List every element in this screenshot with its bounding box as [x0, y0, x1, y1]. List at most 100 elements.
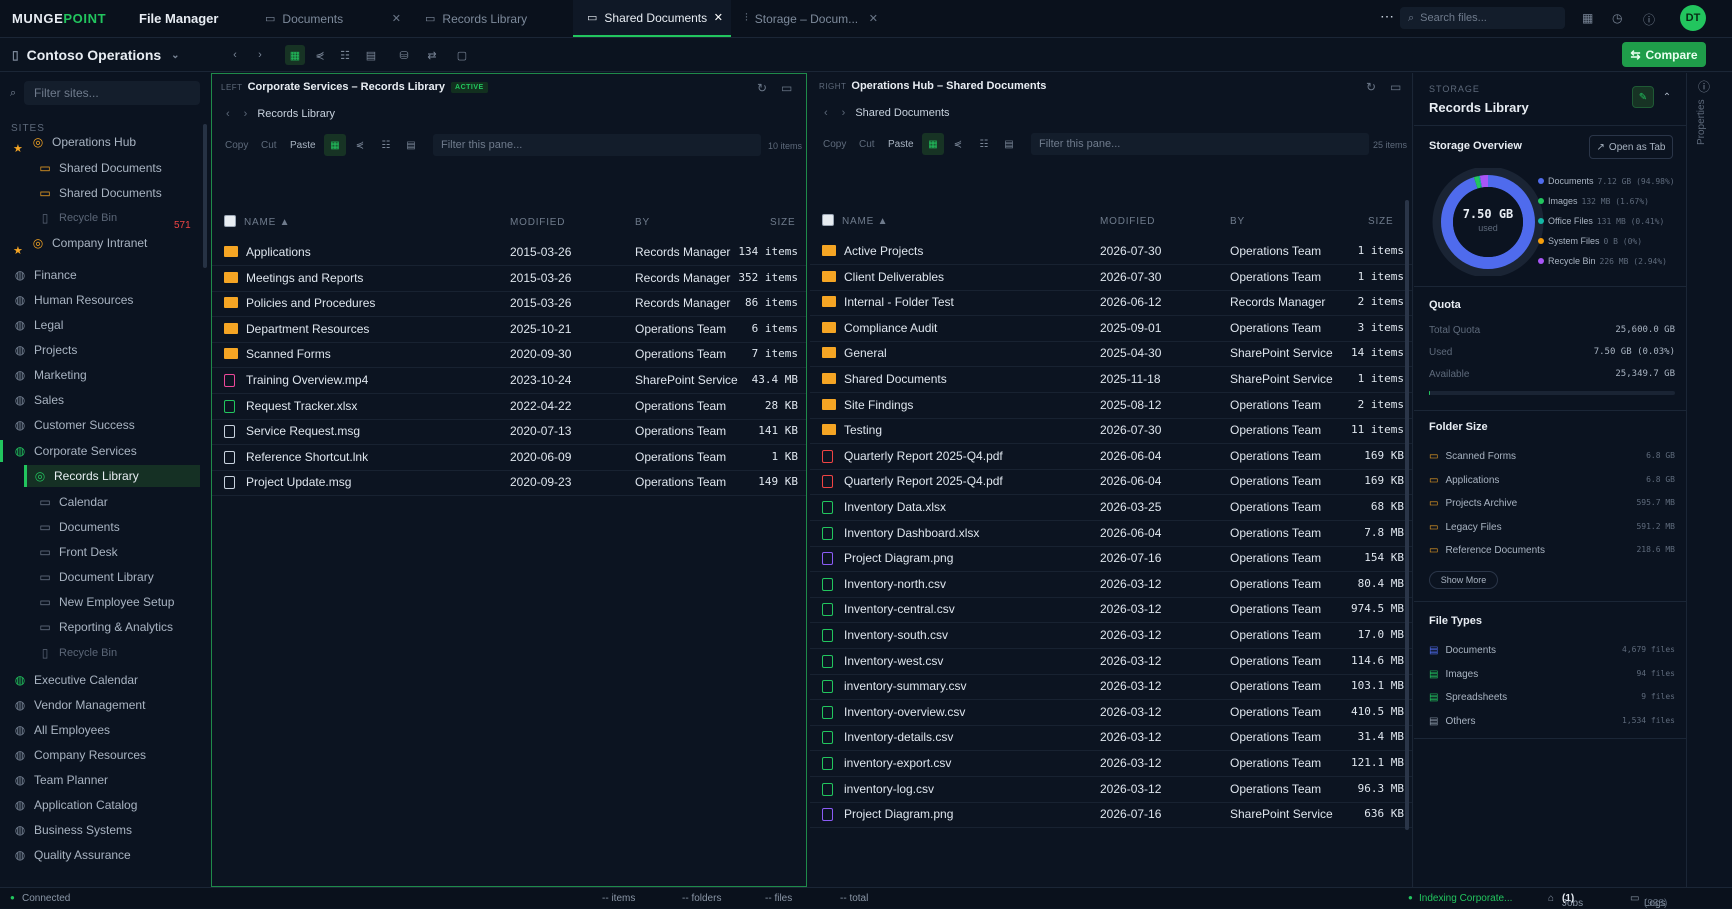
sidebar-item[interactable]: ▯ Recycle Bin	[37, 207, 117, 229]
table-row[interactable]: Applications 2015-03-26 Records Manager 134…	[212, 238, 806, 266]
refresh-icon[interactable]: ↻	[1366, 80, 1376, 94]
tab-shared-documents[interactable]: ▭ Shared Documents ✕	[573, 0, 731, 37]
by-column-header[interactable]: BY	[635, 217, 650, 228]
sidebar-item[interactable]: ◍ Vendor Management	[12, 694, 146, 716]
sidebar-item[interactable]: ◍ Projects	[12, 339, 78, 361]
sidebar-item[interactable]: ◍ Company Resources	[12, 744, 146, 766]
table-row[interactable]: Quarterly Report 2025-Q4.pdf 2026-06-04 Op…	[810, 467, 1412, 496]
sidebar-item[interactable]: ◍ Application Catalog	[12, 794, 138, 816]
sidebar-item[interactable]: ▭ Front Desk	[37, 541, 117, 563]
panel-icon[interactable]: ▭	[1390, 80, 1401, 94]
tile-view-button[interactable]: ▤	[400, 134, 422, 156]
workspace-selector[interactable]: ▯ Contoso Operations ⌄	[12, 44, 212, 66]
file-type-item[interactable]: ▤ Others 1,534 files	[1429, 716, 1675, 727]
table-row[interactable]: Internal - Folder Test 2026-06-12 Records …	[810, 288, 1412, 317]
table-row[interactable]: Testing 2026-07-30 Operations Team 11 items	[810, 416, 1412, 445]
modified-column-header[interactable]: MODIFIED	[1100, 216, 1155, 227]
star-icon[interactable]: ★	[13, 142, 23, 155]
cut-button[interactable]: Cut	[859, 139, 875, 150]
select-all-checkbox[interactable]	[822, 214, 834, 226]
window-button[interactable]: ▢	[452, 45, 472, 65]
grid-view-button[interactable]: ▦	[922, 133, 944, 155]
table-row[interactable]: Project Diagram.png 2026-07-16 Operations …	[810, 544, 1412, 573]
table-row[interactable]: inventory-export.csv 2026-03-12 Operations…	[810, 749, 1412, 777]
sidebar-item[interactable]: ◍ Executive Calendar	[12, 669, 138, 691]
show-more-button[interactable]: Show More	[1429, 571, 1498, 589]
table-row[interactable]: General 2025-04-30 SharePoint Service 14 it…	[810, 339, 1412, 368]
file-type-item[interactable]: ▤ Documents 4,679 files	[1429, 645, 1675, 656]
tile-view-button[interactable]: ▤	[998, 133, 1020, 155]
select-all-checkbox[interactable]	[224, 215, 236, 227]
table-row[interactable]: Inventory-central.csv 2026-03-12 Operation…	[810, 595, 1412, 624]
table-row[interactable]: inventory-summary.csv 2026-03-12 Operation…	[810, 672, 1412, 701]
sidebar-item[interactable]: ◍ Corporate Services	[12, 440, 137, 462]
panel-icon[interactable]: ▭	[781, 81, 792, 95]
right-pane-scrollbar[interactable]	[1405, 200, 1409, 830]
table-row[interactable]: Quarterly Report 2025-Q4.pdf 2026-06-04 Op…	[810, 442, 1412, 470]
table-row[interactable]: Inventory Dashboard.xlsx 2026-06-04 Operat…	[810, 519, 1412, 547]
table-row[interactable]: Scanned Forms 2020-09-30 Operations Team 7 …	[212, 340, 806, 369]
sidebar-item[interactable]: ◍ Marketing	[12, 364, 87, 386]
close-icon[interactable]: ✕	[392, 12, 401, 25]
forward-icon[interactable]: ›	[842, 107, 846, 119]
paste-button[interactable]: Paste	[290, 140, 316, 151]
table-row[interactable]: Compliance Audit 2025-09-01 Operations Tea…	[810, 314, 1412, 342]
file-type-item[interactable]: ▤ Spreadsheets 9 files	[1429, 692, 1675, 703]
sidebar-item[interactable]: ▭ Document Library	[37, 566, 153, 588]
storage-button[interactable]: ⛁	[394, 45, 414, 65]
table-row[interactable]: Project Diagram.png 2026-07-16 SharePoint …	[810, 800, 1412, 829]
table-row[interactable]: Shared Documents 2025-11-18 SharePoint Ser…	[810, 365, 1412, 393]
sidebar-item[interactable]: ▭ Calendar	[37, 491, 107, 513]
table-row[interactable]: Department Resources 2025-10-21 Operations…	[212, 315, 806, 343]
tree-view-button[interactable]: ⋞	[947, 133, 969, 155]
table-row[interactable]: Training Overview.mp4 2023-10-24 SharePoin…	[212, 366, 806, 394]
sidebar-item[interactable]: ◎ Operations Hub	[30, 131, 136, 153]
sidebar-scrollbar[interactable]	[203, 124, 207, 268]
jobs-button[interactable]: Jobs (1)	[1562, 893, 1583, 909]
table-row[interactable]: Inventory-details.csv 2026-03-12 Operation…	[810, 723, 1412, 752]
site-filter-input[interactable]: Filter sites...	[24, 81, 200, 105]
folder-size-item[interactable]: ▭ Applications 6.8 GB	[1429, 475, 1675, 486]
dual-pane-button[interactable]: ▦	[285, 45, 305, 65]
sidebar-item[interactable]: ◍ Team Planner	[12, 769, 108, 791]
open-as-tab-button[interactable]: ↗ Open as Tab	[1589, 135, 1673, 159]
tree-view-button[interactable]: ⋞	[310, 45, 330, 65]
swap-button[interactable]: ⇄	[422, 45, 442, 65]
table-row[interactable]: Client Deliverables 2026-07-30 Operations …	[810, 263, 1412, 291]
folder-size-item[interactable]: ▭ Scanned Forms 6.8 GB	[1429, 451, 1675, 462]
modified-column-header[interactable]: MODIFIED	[510, 217, 565, 228]
paste-button[interactable]: Paste	[888, 139, 914, 150]
sidebar-item[interactable]: ▭ Documents	[37, 516, 119, 538]
forward-button[interactable]: ›	[250, 45, 270, 65]
folder-size-item[interactable]: ▭ Legacy Files 591.2 MB	[1429, 522, 1675, 533]
sidebar-item[interactable]: ▭ Shared Documents	[37, 182, 161, 204]
right-pane[interactable]: RIGHT Operations Hub – Shared Documents ↻…	[810, 73, 1413, 887]
sidebar-item[interactable]: ◍ All Employees	[12, 719, 110, 741]
sidebar-item[interactable]: ▯ Recycle Bin	[37, 642, 117, 664]
close-icon[interactable]: ✕	[714, 11, 723, 24]
left-pane[interactable]: LEFT Corporate Services – Records Library…	[211, 73, 807, 887]
table-row[interactable]: inventory-log.csv 2026-03-12 Operations Te…	[810, 775, 1412, 803]
size-column-header[interactable]: SIZE	[770, 217, 795, 228]
table-row[interactable]: Inventory-north.csv 2026-03-12 Operations …	[810, 570, 1412, 598]
table-row[interactable]: Inventory-overview.csv 2026-03-12 Operatio…	[810, 698, 1412, 726]
pane-filter-input[interactable]: Filter this pane...	[433, 134, 761, 156]
history-icon[interactable]: ◷	[1612, 11, 1622, 25]
tab-storage[interactable]: ⫶ Storage – Docum... ✕	[731, 0, 886, 37]
folder-size-item[interactable]: ▭ Reference Documents 218.6 MB	[1429, 545, 1675, 556]
copy-button[interactable]: Copy	[823, 139, 846, 150]
search-input[interactable]: ⌕ Search files...	[1400, 7, 1565, 29]
sidebar-item[interactable]: ◍ Customer Success	[12, 414, 135, 436]
close-icon[interactable]: ✕	[869, 12, 878, 25]
avatar[interactable]: DT	[1680, 5, 1706, 31]
table-row[interactable]: Service Request.msg 2020-07-13 Operations …	[212, 417, 806, 446]
copy-button[interactable]: Copy	[225, 140, 248, 151]
tab-records-library[interactable]: ▭ Records Library	[411, 0, 571, 37]
sidebar-item[interactable]: ◍ Quality Assurance	[12, 844, 131, 866]
sidebar-item[interactable]: ▭ New Employee Setup	[37, 591, 174, 613]
by-column-header[interactable]: BY	[1230, 216, 1245, 227]
indexing-status[interactable]: Indexing Corporate...	[1419, 893, 1512, 904]
back-icon[interactable]: ‹	[226, 108, 230, 120]
table-row[interactable]: Inventory Data.xlsx 2026-03-25 Operations …	[810, 493, 1412, 521]
info-icon[interactable]: ⓘ	[1643, 11, 1655, 28]
